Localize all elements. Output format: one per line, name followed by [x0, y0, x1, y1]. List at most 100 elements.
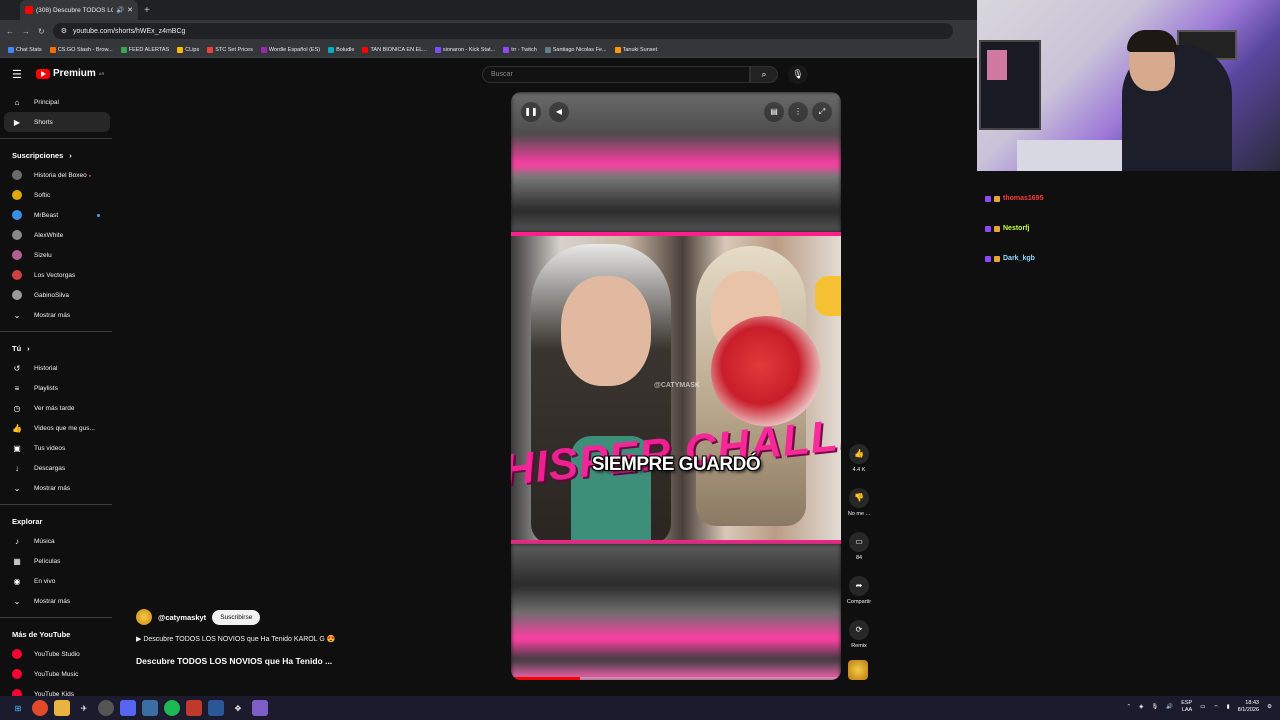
sidebar-item-subscription-0[interactable]: Historia del Boxeo ● — [4, 165, 110, 185]
youtube-premium-logo[interactable]: Premium AR — [36, 68, 104, 79]
playlist-link[interactable]: ▶ Descubre TODOS LOS NOVIOS que Ha Tenid… — [136, 635, 335, 643]
file-explorer-icon[interactable] — [54, 700, 70, 716]
video-title[interactable]: Descubre TODOS LOS NOVIOS que Ha Tenido … — [136, 656, 332, 666]
menu-icon[interactable]: ☰ — [12, 68, 22, 81]
sidebar-item-subscription-2[interactable]: MrBeast — [4, 205, 110, 225]
sidebar-item-subscription-5[interactable]: Los Vectorgas — [4, 265, 110, 285]
dislike-action[interactable]: 👎 No me ... — [845, 488, 873, 517]
volume-icon[interactable]: ◀ — [549, 102, 569, 122]
sidebar-item-subscription-1[interactable]: Softic — [4, 185, 110, 205]
comments-action[interactable]: ▭ 84 — [845, 532, 873, 561]
sidebar-item-you-1[interactable]: ≡ Playlists — [4, 378, 110, 398]
bookmark-item[interactable]: TAN BIONICA EN EL... — [362, 46, 427, 53]
remix-icon[interactable]: ⟳ — [849, 620, 869, 640]
sidebar-item-you-4[interactable]: ▣ Tus videos — [4, 438, 110, 458]
voice-search-button[interactable]: 🎙 — [788, 65, 808, 84]
reload-icon[interactable]: ↻ — [38, 27, 45, 36]
tray-chevron-icon[interactable]: ⌃ — [1127, 704, 1132, 710]
share-action[interactable]: ➦ Compartir — [845, 576, 873, 605]
controller-icon[interactable]: ✥ — [230, 700, 246, 716]
sidebar-item-more-1[interactable]: YouTube Music — [4, 664, 110, 684]
comment-icon[interactable]: ▭ — [849, 532, 869, 552]
chat-username[interactable]: Dark_kgb — [1003, 255, 1035, 262]
subscriptions-heading[interactable]: Suscripciones › — [0, 145, 116, 165]
sound-thumbnail[interactable] — [848, 660, 868, 680]
more-options-icon[interactable]: ⋮ — [788, 102, 808, 122]
bookmark-item[interactable]: Chat Stats — [8, 46, 42, 53]
notification-icon[interactable]: ⚙ — [1267, 704, 1272, 710]
pin-icon[interactable]: ✈ — [76, 700, 92, 716]
language-indicator[interactable]: ESP LAA — [1181, 700, 1192, 714]
bookmark-item[interactable]: Tanuki Sunset — [614, 46, 657, 53]
sidebar-item-you-3[interactable]: 👍 Videos que me gus... — [4, 418, 110, 438]
chat-username[interactable]: thomas1695 — [1003, 195, 1043, 202]
search-button[interactable]: ⌕ — [750, 66, 778, 83]
chrome-icon[interactable] — [32, 700, 48, 716]
spotify-icon[interactable] — [164, 700, 180, 716]
bookmark-item[interactable]: trr - Twitch — [503, 46, 537, 53]
sidebar-item-explore-2[interactable]: ◉ En vivo — [4, 571, 110, 591]
sidebar-item-explore-1[interactable]: ▦ Películas — [4, 551, 110, 571]
thumbs-down-icon[interactable]: 👎 — [849, 488, 869, 508]
show-more-explore[interactable]: ⌄ Mostrar más — [4, 591, 110, 611]
chat-username[interactable]: Nestorfj — [1003, 225, 1029, 232]
clock[interactable]: 18:43 8/1/2026 — [1238, 700, 1259, 714]
sidebar-item-you-0[interactable]: ↺ Historial — [4, 358, 110, 378]
you-heading[interactable]: Tú › — [0, 338, 116, 358]
bookmark-item[interactable]: CS:GO Stash - Brow... — [49, 46, 113, 53]
sidebar-item-you-5[interactable]: ↓ Descargas — [4, 458, 110, 478]
more-youtube-heading[interactable]: Más de YouTube — [0, 624, 116, 644]
bookmark-item[interactable]: CLips — [177, 46, 199, 53]
thumbs-up-icon[interactable]: 👍 — [849, 444, 869, 464]
mic-tray-icon[interactable]: 🎙 — [1151, 704, 1158, 710]
sidebar-item-subscription-4[interactable]: Sizelu — [4, 245, 110, 265]
display-icon[interactable]: ▭ — [1200, 704, 1205, 710]
captions-icon[interactable]: ▤ — [764, 102, 784, 122]
terminal-icon[interactable] — [252, 700, 268, 716]
obs-icon[interactable] — [98, 700, 114, 716]
new-tab-button[interactable]: + — [144, 5, 150, 16]
bookmark-item[interactable]: Boludle — [328, 46, 354, 53]
sidebar-item-explore-0[interactable]: ♪ Música — [4, 531, 110, 551]
channel-avatar[interactable] — [136, 609, 152, 625]
share-icon[interactable]: ➦ — [849, 576, 869, 596]
sidebar-item-main-1[interactable]: ▶ Shorts — [4, 112, 110, 132]
show-more-subscriptions[interactable]: ⌄ Mostrar más — [4, 305, 110, 325]
monitor-app-icon[interactable] — [142, 700, 158, 716]
site-info-icon[interactable]: ⚙ — [61, 27, 67, 35]
speaker-icon[interactable]: 🔊 — [116, 6, 124, 14]
search-input[interactable]: Buscar — [482, 66, 750, 83]
sidebar-item-more-0[interactable]: YouTube Studio — [4, 644, 110, 664]
subscribe-button[interactable]: Suscribirse — [212, 609, 261, 625]
bookmark-item[interactable]: STC Set Prices — [207, 46, 253, 53]
fullscreen-icon[interactable]: ⤢ — [812, 102, 832, 122]
shorts-player[interactable]: @CATYMASK HISPER CHALLENG SIEMPRE GUARDÓ… — [511, 92, 841, 680]
battery-icon[interactable]: ▮ — [1227, 704, 1230, 710]
volume-tray-icon[interactable]: 🔊 — [1166, 704, 1173, 710]
back-icon[interactable]: ← — [6, 27, 14, 36]
browser-tab[interactable]: (308) Descubre TODOS LO... 🔊 ✕ — [20, 0, 138, 20]
bookmark-item[interactable]: Santiago Nicolas Fe... — [544, 46, 607, 53]
like-action[interactable]: 👍 4.4 K — [845, 444, 873, 473]
sidebar-item-subscription-3[interactable]: AlexWhite — [4, 225, 110, 245]
bookmark-item[interactable]: Wordle Español (ES) — [260, 46, 320, 53]
channel-name[interactable]: @catymaskyt — [158, 613, 206, 622]
sidebar-item-you-2[interactable]: ◷ Ver más tarde — [4, 398, 110, 418]
sidebar-item-subscription-6[interactable]: GabinoSilva — [4, 285, 110, 305]
remix-action[interactable]: ⟳ Remix — [845, 620, 873, 649]
bookmark-item[interactable]: FEED ALERTAS — [120, 46, 169, 53]
discord-icon[interactable] — [120, 700, 136, 716]
forward-icon[interactable]: → — [22, 27, 30, 36]
windows-start-icon[interactable]: ⊞ — [10, 700, 26, 716]
progress-bar[interactable] — [511, 677, 841, 680]
calendar-icon[interactable] — [186, 700, 202, 716]
pause-icon[interactable]: ❚❚ — [521, 102, 541, 122]
bookmark-item[interactable]: sionaron - Kick Stat... — [434, 46, 495, 53]
explore-heading[interactable]: Explorar — [0, 511, 116, 531]
omnibox[interactable]: ⚙ youtube.com/shorts/hWEx_z4mBCg — [52, 23, 953, 39]
show-more-you[interactable]: ⌄ Mostrar más — [4, 478, 110, 498]
network-icon[interactable]: ◈ — [1139, 704, 1143, 710]
wifi-icon[interactable]: ⌔ — [1213, 704, 1218, 711]
sidebar-item-main-0[interactable]: ⌂ Principal — [4, 92, 110, 112]
close-tab-icon[interactable]: ✕ — [127, 6, 133, 14]
